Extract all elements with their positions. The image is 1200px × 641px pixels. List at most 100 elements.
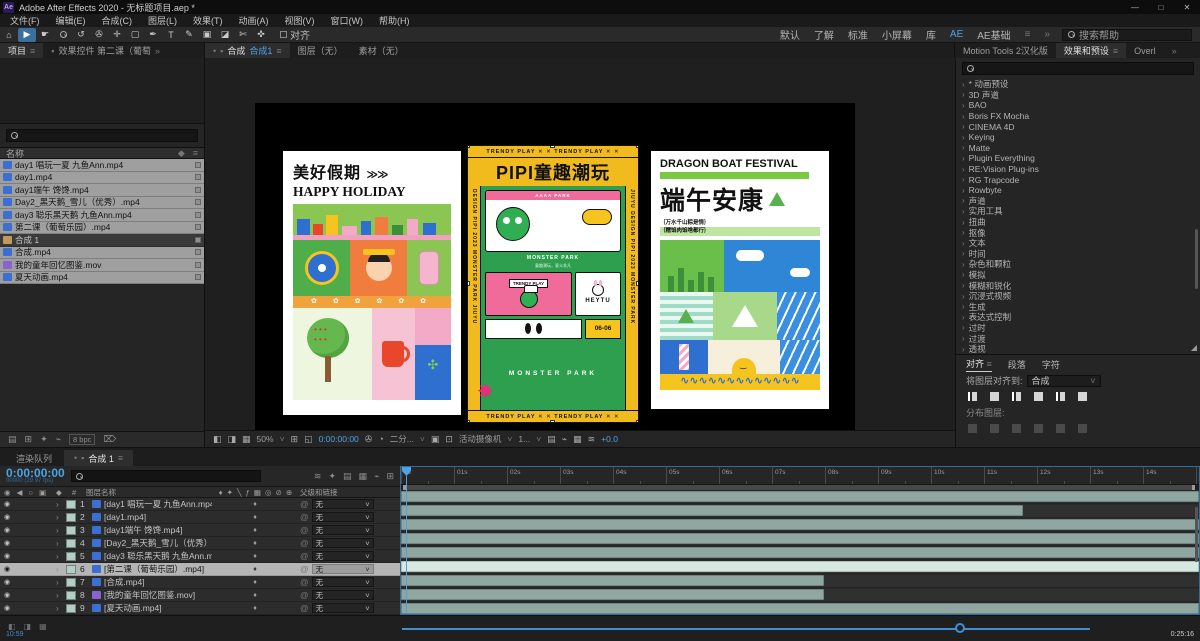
layer-name[interactable]: [第二课（葡萄乐园）.mp4] (104, 563, 204, 575)
magnification-icon[interactable]: ◨ (228, 434, 237, 445)
expand-arrow-icon[interactable]: › (962, 249, 965, 258)
parent-select[interactable]: 无 ˅ (311, 525, 374, 535)
effects-category-row[interactable]: › Rowbyte (956, 185, 1200, 196)
expand-arrow-icon[interactable]: › (962, 154, 965, 163)
align-center-h-button[interactable] (990, 392, 999, 401)
workspace-tab[interactable]: 标准 (848, 27, 868, 42)
ruler-icon[interactable]: ⊞ (291, 434, 299, 445)
layer-track[interactable] (401, 575, 1199, 588)
align-bottom-button[interactable] (1078, 392, 1087, 401)
project-item-name[interactable]: 合成 1 (15, 234, 192, 246)
visibility-eye-icon[interactable]: ◉ (4, 526, 18, 534)
project-item-name[interactable]: 合成.mp4 (15, 246, 192, 258)
layer-duration-bar[interactable] (401, 491, 1199, 502)
effects-category-label[interactable]: BAO (969, 100, 987, 110)
timeline-layer-row[interactable]: ◉ › 3 [day1端午 馋馋.mp4] ♦ @ 无 ˅ (0, 524, 400, 537)
current-time[interactable]: 0:00:00:00 (319, 434, 359, 444)
layer-switches[interactable]: ♦ (212, 605, 300, 612)
frame-blend-icon[interactable]: ▦ (359, 471, 368, 482)
effects-category-row[interactable]: › CINEMA 4D (956, 121, 1200, 132)
label-color-swatch[interactable] (66, 538, 76, 548)
expand-arrow-icon[interactable]: › (56, 513, 66, 522)
menu-item[interactable]: 视图(V) (285, 14, 315, 27)
effects-category-row[interactable]: › Plugin Everything (956, 153, 1200, 164)
layer-switches[interactable]: ♦ (212, 553, 300, 560)
visibility-eye-icon[interactable]: ◉ (4, 500, 18, 508)
visibility-eye-icon[interactable]: ◉ (4, 552, 18, 560)
layer-track[interactable] (401, 589, 1199, 602)
project-item[interactable]: 合成 1 (0, 234, 204, 247)
distribute-center-v-button[interactable] (990, 424, 999, 433)
mask-visibility-icon[interactable]: ▦ (242, 434, 251, 445)
parent-select[interactable]: 无 ˅ (311, 603, 374, 613)
label-color-swatch[interactable] (66, 603, 76, 613)
layer-track[interactable] (401, 561, 1199, 574)
layer-name[interactable]: [夏天动画.mp4] (104, 602, 162, 614)
panel-resize-grip[interactable]: ◢ (1191, 343, 1197, 352)
zoom-level[interactable]: 50% (257, 434, 274, 444)
effects-category-row[interactable]: › 实用工具 (956, 206, 1200, 217)
project-item[interactable]: 合成.mp4 (0, 246, 204, 259)
timeline-layer-row[interactable]: ◉ › 2 [day1.mp4] ♦ @ 无 ˅ (0, 511, 400, 524)
layer-name[interactable]: [我的童年回忆图鉴.mov] (104, 589, 195, 601)
align-to-select[interactable]: 合成 ˅ (1026, 374, 1101, 387)
selection-handle[interactable] (636, 281, 638, 286)
project-item-name[interactable]: 第二课（葡萄乐园）.mp4 (15, 221, 192, 233)
expand-arrow-icon[interactable]: › (56, 539, 66, 548)
flowchart-icon[interactable]: ≋ (588, 434, 596, 445)
tab-layer[interactable]: 图层（无） (290, 43, 351, 58)
rotate-tool-icon[interactable]: ↺ (72, 28, 90, 42)
workspace-tab[interactable]: AE (950, 29, 963, 40)
expand-arrow-icon[interactable]: › (962, 334, 965, 343)
pan-behind-tool-icon[interactable]: ✛ (108, 28, 126, 42)
selection-handle[interactable] (636, 146, 638, 148)
tab-project[interactable]: 项目 ≡ (0, 43, 44, 58)
expand-arrow-icon[interactable]: › (962, 270, 965, 279)
brush-tool-icon[interactable]: ✎ (180, 28, 198, 42)
poster-dragon-boat[interactable]: DRAGON BOAT FESTIVAL 端午安康 ｛万水千山粽是情｝ ｛糯馅肉… (651, 151, 829, 409)
expand-arrow-icon[interactable]: › (962, 313, 965, 322)
distribute-left-button[interactable] (1034, 424, 1043, 433)
project-item[interactable]: Day2_黑天鹅_雪儿（优秀）.mp4 (0, 196, 204, 209)
effects-category-row[interactable]: › 过渡 (956, 333, 1200, 344)
expand-arrow-icon[interactable]: › (56, 526, 66, 535)
new-comp-icon[interactable]: ✦ (40, 434, 48, 445)
visibility-eye-icon[interactable]: ◉ (4, 591, 18, 599)
align-top-button[interactable] (1034, 392, 1043, 401)
layer-track[interactable] (401, 533, 1199, 546)
layer-switches[interactable]: ♦ (212, 501, 300, 508)
selection-handle[interactable] (550, 420, 555, 422)
pickwhip-icon[interactable]: @ (300, 577, 309, 587)
tab-footage[interactable]: 素材（无） (351, 43, 412, 58)
tag-cell[interactable] (195, 161, 201, 168)
project-item-name[interactable]: 夏天动画.mp4 (15, 271, 192, 283)
layer-duration-bar[interactable] (401, 561, 1199, 572)
workspace-tab[interactable]: 了解 (814, 27, 834, 42)
project-item[interactable]: 我的童年回忆图鉴.mov (0, 259, 204, 272)
expand-arrow-icon[interactable]: › (962, 323, 965, 332)
project-item[interactable]: day3 聪乐黑天鹅 九鱼Ann.mp4 (0, 209, 204, 222)
home-icon[interactable]: ⌂ (0, 28, 18, 42)
fast-preview-icon[interactable]: ⌁ (562, 434, 567, 445)
menu-item[interactable]: 动画(A) (239, 14, 269, 27)
expand-arrow-icon[interactable]: › (962, 165, 965, 174)
library-icon[interactable]: ▤ (8, 434, 17, 445)
hand-tool-icon[interactable]: ☛ (36, 28, 54, 42)
shape-tool-icon[interactable]: ▢ (126, 28, 144, 42)
tag-cell[interactable] (195, 224, 201, 231)
layer-switches[interactable]: ♦ (212, 514, 300, 521)
effects-category-row[interactable]: › 沉浸式视频 (956, 291, 1200, 302)
puppet-tool-icon[interactable]: ✜ (252, 28, 270, 42)
layer-track[interactable] (401, 491, 1199, 504)
tag-cell[interactable] (195, 199, 201, 206)
timeline-vertical-scrollbar[interactable] (1195, 507, 1198, 562)
pickwhip-icon[interactable]: @ (300, 538, 309, 548)
composition-canvas[interactable]: 美好假期 ≫≫ HAPPY HOLIDAY ✿ ✿ ✿ ✿ ✿ ✿ • • • … (255, 103, 855, 430)
tag-cell[interactable] (195, 186, 201, 193)
roi-icon[interactable]: ▣ (431, 434, 440, 445)
tab-effects-presets[interactable]: 效果和预设 ≡ (1055, 43, 1127, 58)
visibility-eye-icon[interactable]: ◉ (4, 604, 18, 612)
expand-arrow-icon[interactable]: › (962, 133, 965, 142)
expand-arrow-icon[interactable]: › (56, 565, 66, 574)
roto-brush-tool-icon[interactable]: ✄ (234, 28, 252, 42)
